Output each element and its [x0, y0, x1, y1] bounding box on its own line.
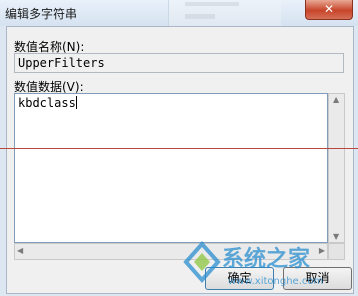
scroll-right-icon[interactable]: ▶	[319, 246, 325, 255]
value-data-text: kbdclass	[18, 96, 76, 110]
text-caret	[75, 96, 77, 109]
horizontal-scrollbar[interactable]: ◀ ▶	[14, 243, 328, 260]
scroll-up-icon[interactable]: ▲	[333, 95, 339, 104]
title-bar: 编辑多字符串 ✕	[0, 0, 358, 26]
scroll-left-icon[interactable]: ◀	[17, 246, 23, 255]
value-data-textarea[interactable]: kbdclass	[14, 93, 328, 243]
scroll-down-icon[interactable]: ▼	[333, 232, 339, 241]
window-title: 编辑多字符串	[5, 7, 78, 21]
background-menu-overlay	[168, 0, 281, 26]
vertical-scrollbar[interactable]: ▲ ▼	[328, 93, 345, 243]
cancel-button[interactable]: 取消	[283, 267, 352, 290]
close-button[interactable]: ✕	[305, 0, 353, 20]
red-divider-line	[0, 148, 358, 149]
scrollbar-corner	[328, 243, 345, 260]
value-name-field: UpperFilters	[14, 53, 344, 73]
close-icon: ✕	[323, 2, 335, 16]
dialog-body: 数值名称(N): UpperFilters 数值数据(V): kbdclass …	[6, 26, 354, 294]
ok-button[interactable]: 确定	[205, 267, 274, 290]
